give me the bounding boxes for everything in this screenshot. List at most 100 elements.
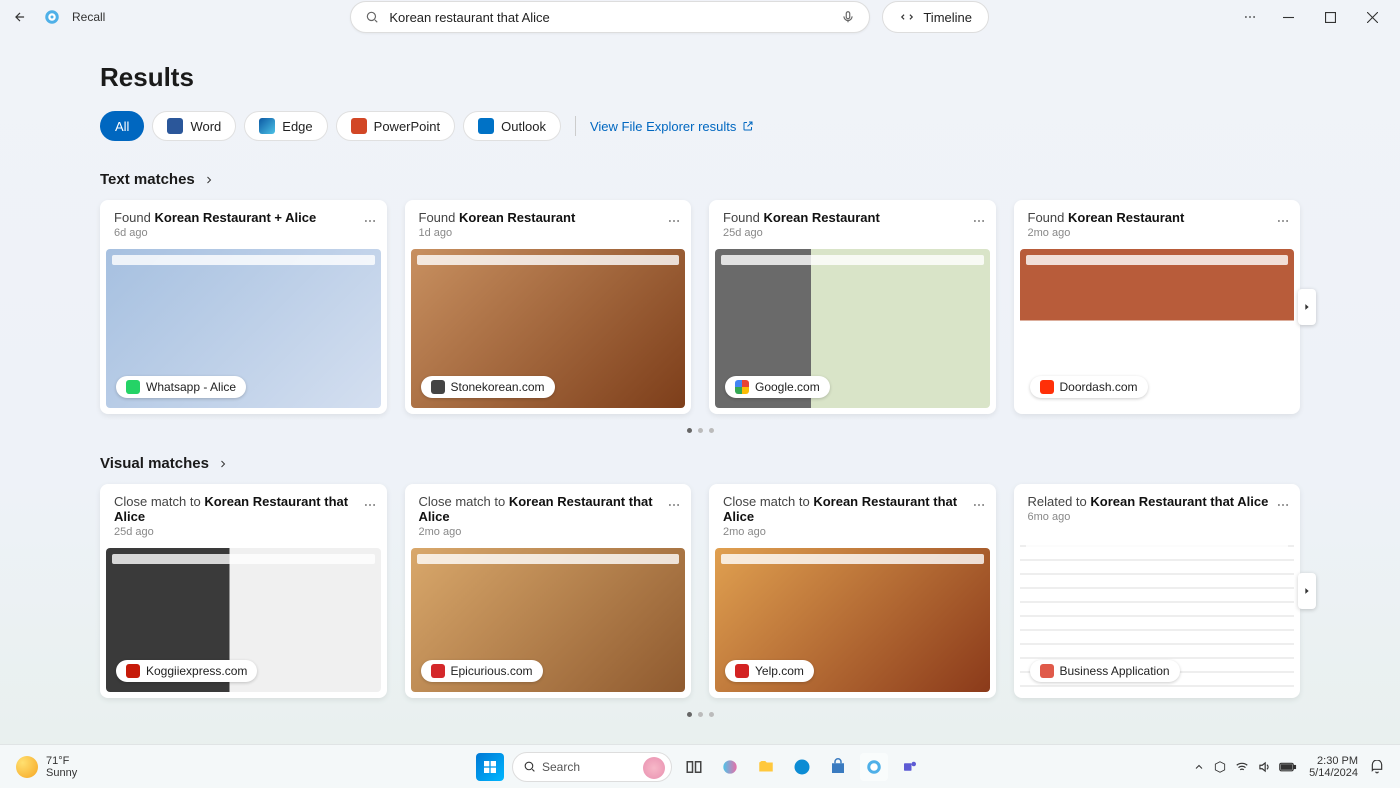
- card-title: Close match to Korean Restaurant that Al…: [419, 494, 678, 524]
- microphone-icon[interactable]: [841, 10, 855, 24]
- pagination-dots[interactable]: [100, 712, 1300, 717]
- source-icon: [126, 380, 140, 394]
- taskbar: 71°FSunny Search 2:30 PM5/14/2024: [0, 744, 1400, 788]
- card-thumbnail: Stonekorean.com: [411, 249, 686, 408]
- recall-app-icon: [42, 7, 62, 27]
- card-title: Found Korean Restaurant: [419, 210, 678, 225]
- card-thumbnail: Yelp.com: [715, 548, 990, 692]
- result-card[interactable]: Found Korean Restaurant 25d ago Google.c…: [709, 200, 996, 414]
- card-time: 25d ago: [723, 227, 982, 239]
- filter-outlook[interactable]: Outlook: [463, 111, 561, 141]
- edge-icon: [259, 118, 275, 134]
- store-icon[interactable]: [824, 753, 852, 781]
- card-time: 6mo ago: [1028, 511, 1287, 523]
- card-more-button[interactable]: [667, 214, 681, 228]
- notification-icon[interactable]: [1370, 760, 1384, 774]
- teams-icon[interactable]: [896, 753, 924, 781]
- source-icon: [735, 380, 749, 394]
- card-thumbnail: Koggiiexpress.com: [106, 548, 381, 692]
- source-chip: Koggiiexpress.com: [116, 660, 257, 682]
- card-more-button[interactable]: [363, 498, 377, 512]
- scroll-next-button[interactable]: [1298, 573, 1316, 609]
- source-chip: Doordash.com: [1030, 376, 1148, 398]
- card-more-button[interactable]: [1276, 498, 1290, 512]
- recall-taskbar-icon[interactable]: [860, 753, 888, 781]
- card-time: 25d ago: [114, 526, 373, 538]
- wifi-icon[interactable]: [1235, 760, 1249, 774]
- card-more-button[interactable]: [667, 498, 681, 512]
- page-title: Results: [100, 62, 1300, 93]
- timeline-button[interactable]: Timeline: [882, 1, 989, 33]
- source-icon: [431, 664, 445, 678]
- result-card[interactable]: Close match to Korean Restaurant that Al…: [709, 484, 996, 698]
- source-chip: Whatsapp - Alice: [116, 376, 246, 398]
- filter-all[interactable]: All: [100, 111, 144, 141]
- source-chip: Yelp.com: [725, 660, 814, 682]
- taskbar-clock[interactable]: 2:30 PM5/14/2024: [1309, 755, 1358, 779]
- card-title: Close match to Korean Restaurant that Al…: [723, 494, 982, 524]
- result-card[interactable]: Found Korean Restaurant + Alice 6d ago W…: [100, 200, 387, 414]
- card-time: 2mo ago: [419, 526, 678, 538]
- more-button[interactable]: [1234, 3, 1266, 31]
- weather-icon: [16, 756, 38, 778]
- card-thumbnail: Doordash.com: [1020, 249, 1295, 408]
- chevron-right-icon: [217, 458, 229, 470]
- taskbar-search[interactable]: Search: [512, 752, 672, 782]
- scroll-next-button[interactable]: [1298, 289, 1316, 325]
- visual-matches-header[interactable]: Visual matches: [100, 455, 1300, 472]
- card-time: 1d ago: [419, 227, 678, 239]
- source-chip: Google.com: [725, 376, 830, 398]
- card-time: 2mo ago: [723, 526, 982, 538]
- result-card[interactable]: Found Korean Restaurant 1d ago Stonekore…: [405, 200, 692, 414]
- edge-browser-icon[interactable]: [788, 753, 816, 781]
- start-button[interactable]: [476, 753, 504, 781]
- volume-icon[interactable]: [1257, 760, 1271, 774]
- result-card[interactable]: Found Korean Restaurant 2mo ago Doordash…: [1014, 200, 1301, 414]
- word-icon: [167, 118, 183, 134]
- task-view-icon[interactable]: [680, 753, 708, 781]
- filter-powerpoint[interactable]: PowerPoint: [336, 111, 455, 141]
- copilot-icon[interactable]: [716, 753, 744, 781]
- search-icon: [365, 10, 379, 24]
- file-explorer-link[interactable]: View File Explorer results: [590, 119, 754, 134]
- visual-matches-row: Close match to Korean Restaurant that Al…: [100, 484, 1300, 698]
- chevron-right-icon: [203, 174, 215, 186]
- card-more-button[interactable]: [972, 214, 986, 228]
- card-title: Found Korean Restaurant: [1028, 210, 1287, 225]
- weather-widget[interactable]: 71°FSunny: [16, 755, 77, 779]
- search-box[interactable]: [350, 1, 870, 33]
- tray-cube-icon[interactable]: [1213, 760, 1227, 774]
- result-card[interactable]: Related to Korean Restaurant that Alice …: [1014, 484, 1301, 698]
- card-thumbnail: Google.com: [715, 249, 990, 408]
- pagination-dots[interactable]: [100, 428, 1300, 433]
- source-chip: Stonekorean.com: [421, 376, 555, 398]
- card-title: Related to Korean Restaurant that Alice: [1028, 494, 1287, 509]
- source-icon: [1040, 380, 1054, 394]
- card-more-button[interactable]: [1276, 214, 1290, 228]
- tray-chevron-icon[interactable]: [1193, 761, 1205, 773]
- text-matches-header[interactable]: Text matches: [100, 171, 1300, 188]
- source-icon: [1040, 664, 1054, 678]
- card-thumbnail: Epicurious.com: [411, 548, 686, 692]
- result-card[interactable]: Close match to Korean Restaurant that Al…: [100, 484, 387, 698]
- app-name: Recall: [72, 10, 105, 24]
- battery-icon[interactable]: [1279, 761, 1297, 773]
- source-chip: Epicurious.com: [421, 660, 543, 682]
- source-chip: Business Application: [1030, 660, 1180, 682]
- file-explorer-icon[interactable]: [752, 753, 780, 781]
- card-more-button[interactable]: [363, 214, 377, 228]
- minimize-button[interactable]: [1268, 3, 1308, 31]
- filter-edge[interactable]: Edge: [244, 111, 327, 141]
- card-more-button[interactable]: [972, 498, 986, 512]
- card-thumbnail: Whatsapp - Alice: [106, 249, 381, 408]
- timeline-icon: [899, 10, 915, 24]
- filter-row: All Word Edge PowerPoint Outlook View Fi…: [100, 111, 1300, 141]
- powerpoint-icon: [351, 118, 367, 134]
- maximize-button[interactable]: [1310, 3, 1350, 31]
- search-input[interactable]: [389, 10, 831, 25]
- close-button[interactable]: [1352, 3, 1392, 31]
- back-button[interactable]: [8, 5, 32, 29]
- filter-word[interactable]: Word: [152, 111, 236, 141]
- result-card[interactable]: Close match to Korean Restaurant that Al…: [405, 484, 692, 698]
- card-thumbnail: Business Application: [1020, 533, 1295, 692]
